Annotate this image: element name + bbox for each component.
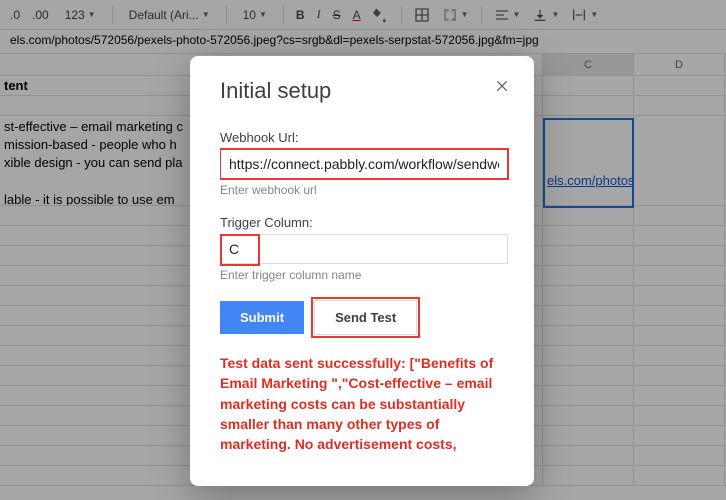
webhook-hint: Enter webhook url	[220, 183, 508, 197]
status-message: Test data sent successfully: ["Benefits …	[220, 353, 508, 454]
initial-setup-dialog: Initial setup Webhook Url: Enter webhook…	[190, 56, 534, 486]
webhook-label: Webhook Url:	[220, 130, 508, 145]
trigger-hint: Enter trigger column name	[220, 268, 508, 282]
close-icon	[494, 78, 510, 94]
dialog-title: Initial setup	[220, 78, 508, 104]
send-test-button[interactable]: Send Test	[314, 300, 417, 335]
submit-button[interactable]: Submit	[220, 301, 304, 334]
close-button[interactable]	[492, 78, 512, 98]
trigger-column-input[interactable]	[220, 234, 508, 264]
trigger-column-label: Trigger Column:	[220, 215, 508, 230]
webhook-url-input[interactable]	[220, 149, 508, 179]
